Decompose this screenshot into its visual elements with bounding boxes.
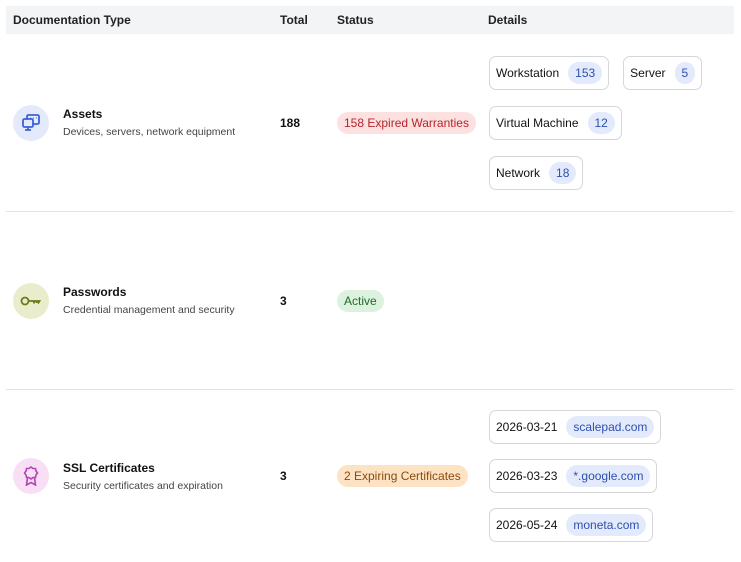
table-row-assets[interactable]: Assets Devices, servers, network equipmen… — [6, 34, 734, 212]
header-total: Total — [280, 13, 308, 27]
table-header: Documentation Type Total Status Details — [6, 6, 734, 34]
type-description: Security certificates and expiration — [63, 479, 223, 492]
monitor-icon — [13, 104, 49, 141]
total-value: 3 — [280, 469, 287, 483]
chip-count: 153 — [568, 61, 603, 84]
expiry-date: 2026-05-24 — [496, 518, 558, 532]
type-description: Credential management and security — [63, 304, 235, 316]
header-type: Documentation Type — [13, 13, 131, 27]
certificate-domain: *.google.com — [566, 465, 651, 487]
certificate-icon — [13, 458, 49, 494]
chip-label: Virtual Machine — [496, 115, 579, 130]
type-name: SSL Certificates — [63, 460, 155, 475]
expiry-date: 2026-03-21 — [496, 420, 558, 434]
chip-label: Server — [630, 65, 666, 80]
key-icon — [13, 282, 49, 319]
header-status: Status — [337, 13, 374, 27]
detail-chip-server[interactable]: Server 5 — [623, 55, 703, 90]
table-row-ssl-certificates[interactable]: SSL Certificates Security certificates an… — [6, 390, 734, 562]
type-description: Devices, servers, network equipment — [63, 126, 236, 138]
type-name: Assets — [63, 107, 103, 121]
certificate-chip[interactable]: 2026-05-24 moneta.com — [489, 508, 654, 542]
status-badge: 2 Expiring Certificates — [337, 465, 468, 487]
chip-label: Workstation — [496, 65, 560, 80]
detail-chip-virtual-machine[interactable]: Virtual Machine 12 — [489, 105, 622, 140]
chip-count: 18 — [549, 161, 577, 184]
documentation-table: Documentation Type Total Status Details … — [6, 6, 734, 562]
total-value: 188 — [280, 115, 301, 130]
total-value: 3 — [280, 293, 287, 308]
chip-count: 5 — [674, 61, 696, 84]
header-details: Details — [488, 13, 528, 27]
type-name: Passwords — [63, 285, 127, 299]
certificate-domain: moneta.com — [566, 514, 647, 536]
table-row-passwords[interactable]: Passwords Credential management and secur… — [6, 212, 734, 390]
status-badge: 158 Expired Warranties — [337, 111, 476, 134]
chip-count: 12 — [587, 111, 615, 134]
expiry-date: 2026-03-23 — [496, 469, 558, 483]
certificate-domain: scalepad.com — [566, 416, 655, 438]
certificate-chip[interactable]: 2026-03-23 *.google.com — [489, 459, 658, 493]
certificate-chip[interactable]: 2026-03-21 scalepad.com — [489, 410, 662, 444]
detail-chip-network[interactable]: Network 18 — [489, 155, 584, 190]
detail-chip-workstation[interactable]: Workstation 153 — [489, 55, 610, 90]
status-badge: Active — [337, 289, 384, 312]
chip-label: Network — [496, 165, 541, 180]
